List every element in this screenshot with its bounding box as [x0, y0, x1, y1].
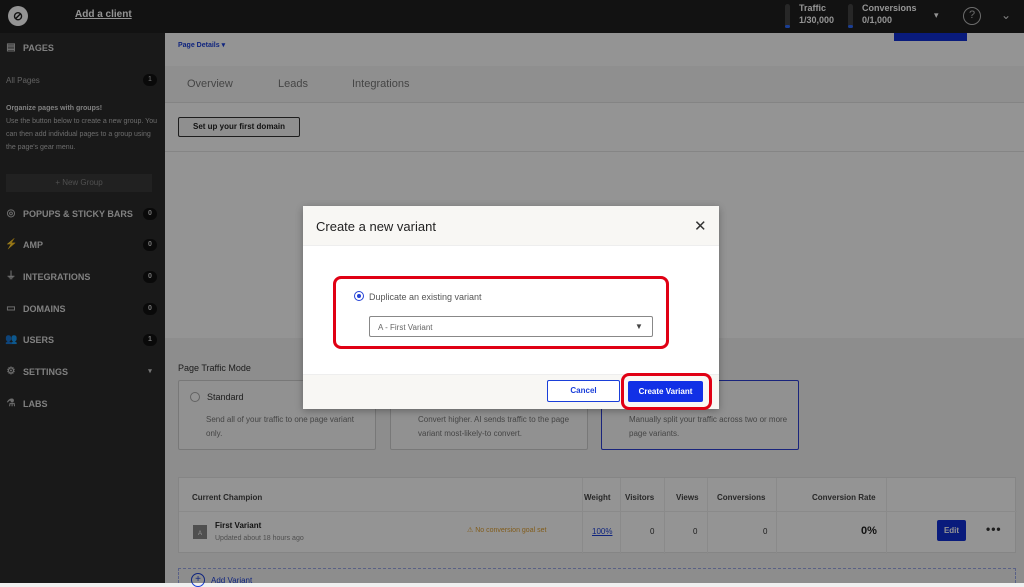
modal-title: Create a new variant — [316, 219, 436, 234]
modal-header: Create a new variant ✕ — [303, 206, 719, 246]
cancel-button[interactable]: Cancel — [547, 380, 620, 402]
create-variant-button[interactable]: Create Variant — [628, 381, 703, 402]
duplicate-option-highlight: Duplicate an existing variant A - First … — [333, 276, 669, 349]
duplicate-radio[interactable] — [354, 291, 364, 301]
variant-select-value: A - First Variant — [378, 323, 433, 332]
chevron-down-icon: ▼ — [635, 322, 643, 331]
create-variant-modal: Create a new variant ✕ Duplicate an exis… — [303, 206, 719, 410]
duplicate-label[interactable]: Duplicate an existing variant — [369, 292, 482, 302]
close-icon[interactable]: ✕ — [694, 217, 707, 235]
variant-select[interactable]: A - First Variant ▼ — [369, 316, 653, 337]
